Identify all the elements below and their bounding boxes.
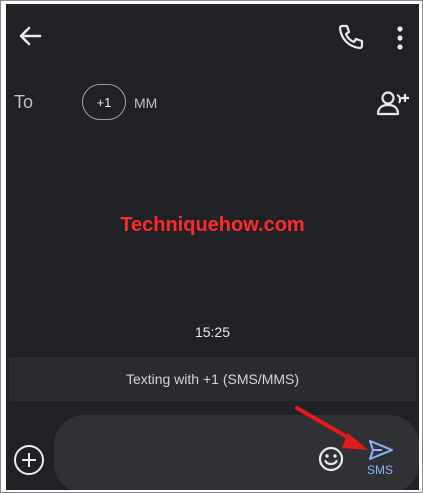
message-timestamp: 15:25: [194, 324, 231, 340]
send-sms-button[interactable]: SMS: [360, 439, 400, 483]
to-label: To: [14, 92, 34, 112]
send-label: SMS: [366, 463, 393, 477]
compose-bar: SMS: [54, 415, 419, 490]
recipient-chip[interactable]: +1: [82, 84, 126, 120]
arrow-back-icon[interactable]: [16, 22, 44, 50]
sms-info-banner: Texting with +1 (SMS/MMS): [9, 357, 416, 401]
phone-icon[interactable]: [336, 22, 364, 52]
sms-info-text: Texting with +1 (SMS/MMS): [125, 371, 300, 387]
person-add-icon[interactable]: [376, 90, 410, 116]
top-app-bar: [6, 4, 419, 68]
messages-screen: To +1 MM Techniquehow.com 15:25 Texting …: [6, 4, 419, 490]
more-vert-icon[interactable]: [392, 24, 408, 52]
emoji-icon[interactable]: [318, 446, 344, 472]
screenshot-frame: To +1 MM Techniquehow.com 15:25 Texting …: [0, 0, 423, 493]
recipient-name[interactable]: MM: [134, 95, 157, 111]
message-input[interactable]: [70, 441, 314, 471]
watermark-text: Techniquehow.com: [120, 214, 305, 236]
send-icon: [369, 440, 393, 460]
add-circle-icon[interactable]: [14, 445, 44, 475]
